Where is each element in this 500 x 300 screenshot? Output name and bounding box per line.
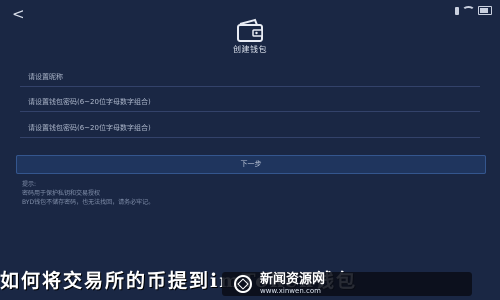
password-input[interactable]: [20, 91, 480, 113]
watermark-logo-icon: [234, 275, 252, 293]
tips-block: 提示: 密码用于保护私钥和交易授权 BYD钱包不储存密码，也无法找回，请务必牢记…: [22, 180, 422, 207]
watermark-title: 新闻资源网: [260, 272, 326, 287]
confirm-password-field[interactable]: [20, 115, 480, 139]
nickname-input[interactable]: [20, 66, 480, 88]
nickname-field[interactable]: [20, 64, 480, 88]
battery-icon: [478, 6, 492, 15]
tips-heading: 提示:: [22, 181, 37, 188]
back-arrow-icon[interactable]: <: [12, 6, 25, 22]
wallet-icon: [237, 18, 263, 42]
watermark-subtitle: www.xinwen.com: [260, 287, 321, 295]
signal-icon: [455, 6, 459, 15]
watermark-badge: 新闻资源网 www.xinwen.com: [222, 272, 472, 296]
confirm-password-input[interactable]: [20, 117, 480, 139]
status-icons: [455, 6, 492, 15]
tips-line-1: 密码用于保护私钥和交易授权: [22, 190, 101, 197]
tips-line-2: BYD钱包不储存密码，也无法找回，请务必牢记。: [22, 199, 155, 206]
next-button[interactable]: 下一步: [16, 155, 486, 174]
password-field[interactable]: [20, 89, 480, 113]
wifi-icon: [462, 6, 475, 15]
page-title: 创建钱包: [233, 45, 267, 54]
